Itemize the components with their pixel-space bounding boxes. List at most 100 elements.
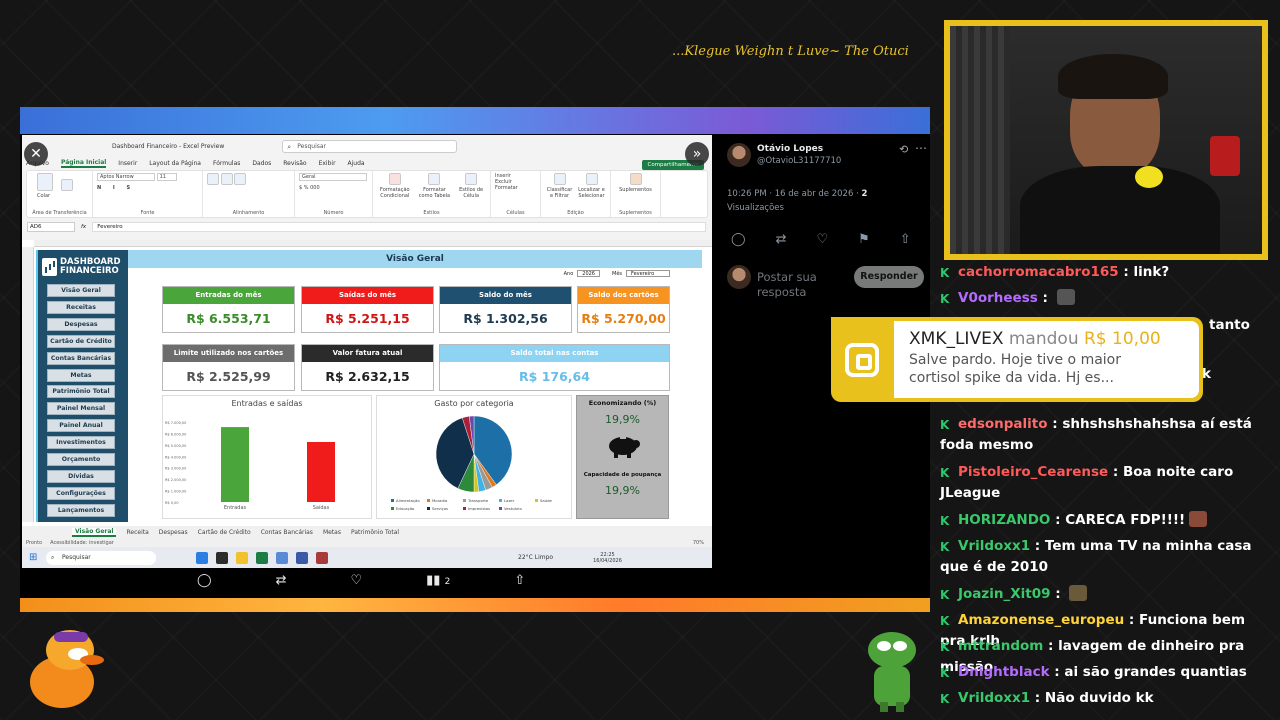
chat-username[interactable]: V0orheess [958, 290, 1038, 306]
tab-inserir[interactable]: Inserir [118, 160, 137, 167]
paste-icon[interactable] [37, 173, 53, 191]
reply-input[interactable]: Postar sua resposta [757, 270, 837, 298]
reply-button[interactable]: Responder [854, 266, 924, 288]
nav-button[interactable]: Painel Anual [47, 419, 115, 433]
clock[interactable]: 22:25 16/04/2026 [593, 552, 622, 564]
tab-exibir[interactable]: Exibir [319, 160, 336, 167]
tab-dados[interactable]: Dados [252, 160, 271, 167]
share-icon[interactable]: ⇧ [900, 232, 911, 247]
savings-panel: Economizando (%) 19,9% Capacidade de pou… [576, 395, 669, 519]
tab-ajuda[interactable]: Ajuda [348, 160, 365, 167]
like-icon[interactable]: ♡ [350, 573, 362, 588]
excel-search-input[interactable]: Pesquisar [282, 139, 458, 153]
chat-username[interactable]: mttrandom [958, 638, 1043, 654]
name-box[interactable]: AD6 [27, 222, 75, 232]
format-button[interactable]: Formatar [495, 185, 536, 191]
nav-button[interactable]: Patrimônio Total [47, 385, 115, 399]
wrap-text-icon[interactable] [234, 173, 247, 185]
grok-icon[interactable]: ⟲ [899, 143, 908, 156]
windows-start-icon[interactable]: ⊞ [29, 552, 37, 563]
nav-button[interactable]: Lançamentos [47, 503, 115, 517]
nav-button[interactable]: Metas [47, 368, 115, 382]
chat-username[interactable]: Vrildoxx1 [958, 538, 1030, 554]
tab-layout[interactable]: Layout da Página [149, 160, 201, 167]
retweet-icon[interactable]: ⇄ [276, 573, 287, 588]
chat-username[interactable]: Vrildoxx1 [958, 690, 1030, 706]
app-icon[interactable] [276, 551, 288, 564]
nav-button[interactable]: Investimentos [47, 436, 115, 450]
nav-button[interactable]: Visão Geral [47, 284, 115, 297]
find-select-button[interactable]: Localizar e Selecionar [577, 173, 606, 215]
cond-format-button[interactable]: Formatação Condicional [377, 173, 413, 215]
folder-icon[interactable] [236, 551, 248, 564]
excel-icon[interactable] [256, 551, 268, 564]
sheet-tab[interactable]: Contas Bancárias [261, 529, 313, 536]
month-filter[interactable]: Fevereiro [626, 270, 670, 277]
views-icon[interactable]: ▮▮ 2 [426, 573, 450, 588]
status-accessibility[interactable]: Acessibilidade: investigar [50, 540, 114, 546]
reply-icon[interactable]: ◯ [731, 232, 746, 247]
formula-input[interactable]: Fevereiro [92, 222, 706, 232]
year-filter[interactable]: 2026 [577, 270, 600, 277]
sheet-tab[interactable]: Patrimônio Total [351, 529, 399, 536]
close-viewer-icon[interactable]: ✕ [24, 142, 48, 166]
nav-button[interactable]: Painel Mensal [47, 402, 115, 416]
align-middle-icon[interactable] [220, 173, 233, 185]
app-icon[interactable] [316, 551, 328, 564]
nav-button[interactable]: Dívidas [47, 469, 115, 483]
app-icon[interactable] [216, 551, 228, 564]
author-handle[interactable]: @OtavioL31177710 [757, 156, 841, 166]
addins-icon[interactable] [629, 173, 642, 185]
sort-filter-button[interactable]: Classificar e Filtrar [545, 173, 574, 215]
edge-icon[interactable] [196, 551, 208, 564]
share-icon[interactable]: ⇧ [514, 573, 525, 588]
tab-formulas[interactable]: Fórmulas [213, 160, 240, 167]
number-format-select[interactable]: Geral [299, 173, 367, 181]
bold-italic-underline[interactable]: N I S [97, 185, 198, 191]
font-size-select[interactable]: 11 [156, 173, 177, 181]
sheet-tab[interactable]: Receita [126, 529, 148, 536]
nav-button[interactable]: Cartão de Crédito [47, 334, 115, 348]
like-icon[interactable]: ♡ [816, 232, 828, 247]
chat-username[interactable]: Amazonense_europeu [958, 612, 1124, 628]
tab-pagina-inicial[interactable]: Página Inicial [60, 159, 107, 168]
format-table-button[interactable]: Formatar como Tabela [417, 173, 453, 215]
app-icon[interactable] [296, 551, 308, 564]
chat-message: K HORIZANDO : CARECA FDP!!!! [940, 510, 1275, 531]
taskbar-search[interactable]: Pesquisar [46, 550, 156, 565]
sheet-tab[interactable]: Cartão de Crédito [198, 529, 251, 536]
sheet-tab[interactable]: Despesas [159, 529, 188, 536]
ribbon: Colar Área de Transferência Aptos Narrow… [26, 170, 708, 218]
addins-button[interactable]: Suplementos [615, 187, 656, 193]
financial-dashboard: DASHBOARD FINANCEIRO Visão Geral Receitas D… [36, 250, 702, 522]
chat-username[interactable]: edsonpalito [958, 416, 1048, 432]
weather-text[interactable]: 22°C Limpo [518, 554, 553, 561]
kpi-card: Entradas do mês R$ 6.553,71 [162, 286, 295, 333]
next-arrow-icon[interactable]: » [685, 142, 709, 166]
retweet-icon[interactable]: ⇄ [776, 232, 787, 247]
nav-button[interactable]: Orçamento [47, 453, 115, 466]
nav-button[interactable]: Configurações [47, 486, 115, 500]
chat-username[interactable]: Dnightblack [958, 664, 1050, 680]
chat-username[interactable]: cachorromacabro165 [958, 264, 1119, 280]
sheet-tab[interactable]: Metas [323, 529, 341, 536]
nav-button[interactable]: Receitas [47, 300, 115, 314]
align-top-icon[interactable] [207, 173, 219, 185]
author-name[interactable]: Otávio Lopes [757, 144, 823, 154]
bookmark-icon[interactable]: ⚑ [858, 232, 870, 247]
sheet-tab[interactable]: Visão Geral [72, 527, 117, 537]
author-avatar[interactable] [727, 143, 751, 167]
nav-button[interactable]: Contas Bancárias [47, 351, 115, 365]
tab-revisao[interactable]: Revisão [283, 160, 306, 167]
chat-username[interactable]: Pistoleiro_Cearense [958, 464, 1108, 480]
reply-icon[interactable]: ◯ [197, 573, 212, 588]
nav-button[interactable]: Despesas [47, 317, 115, 331]
chat-username[interactable]: Joazin_Xit09 [958, 586, 1051, 602]
currency-percent-icons[interactable]: $ % 000 [299, 185, 368, 191]
chat-username[interactable]: HORIZANDO [958, 512, 1050, 528]
font-name-select[interactable]: Aptos Narrow [97, 173, 155, 181]
more-icon[interactable]: ⋯ [915, 141, 927, 155]
zoom-level[interactable]: 70% [693, 540, 704, 546]
cell-styles-button[interactable]: Estilos de Célula [456, 173, 486, 215]
cut-icon[interactable] [60, 179, 73, 191]
